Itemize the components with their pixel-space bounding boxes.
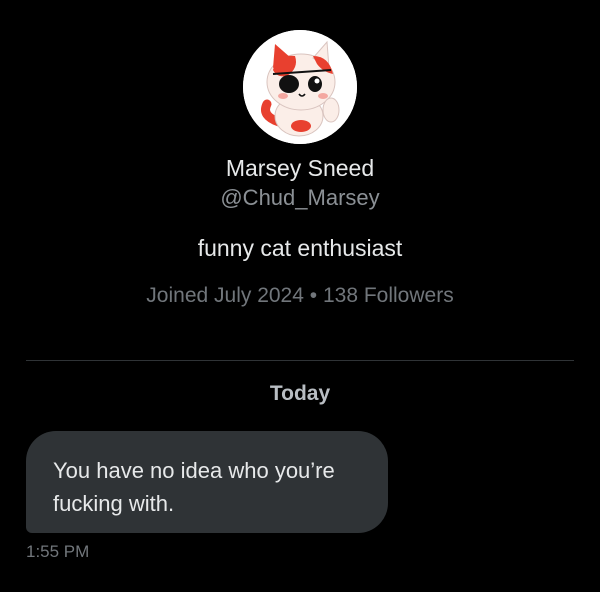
cat-avatar-icon (243, 30, 357, 144)
profile-handle[interactable]: @Chud_Marsey (0, 185, 600, 211)
message-bubble[interactable]: You have no idea who you’re fucking with… (26, 431, 388, 533)
profile-meta: Joined July 2024 • 138 Followers (0, 284, 600, 308)
divider (26, 360, 574, 361)
avatar[interactable] (243, 30, 357, 144)
joined-date: Joined July 2024 (146, 284, 304, 307)
message-timestamp: 1:55 PM (26, 542, 90, 561)
followers-count[interactable]: 138 Followers (323, 284, 454, 307)
separator-dot: • (309, 284, 318, 307)
date-separator: Today (269, 382, 331, 405)
profile-name[interactable]: Marsey Sneed (0, 155, 600, 182)
profile-bio: funny cat enthusiast (197, 235, 403, 261)
